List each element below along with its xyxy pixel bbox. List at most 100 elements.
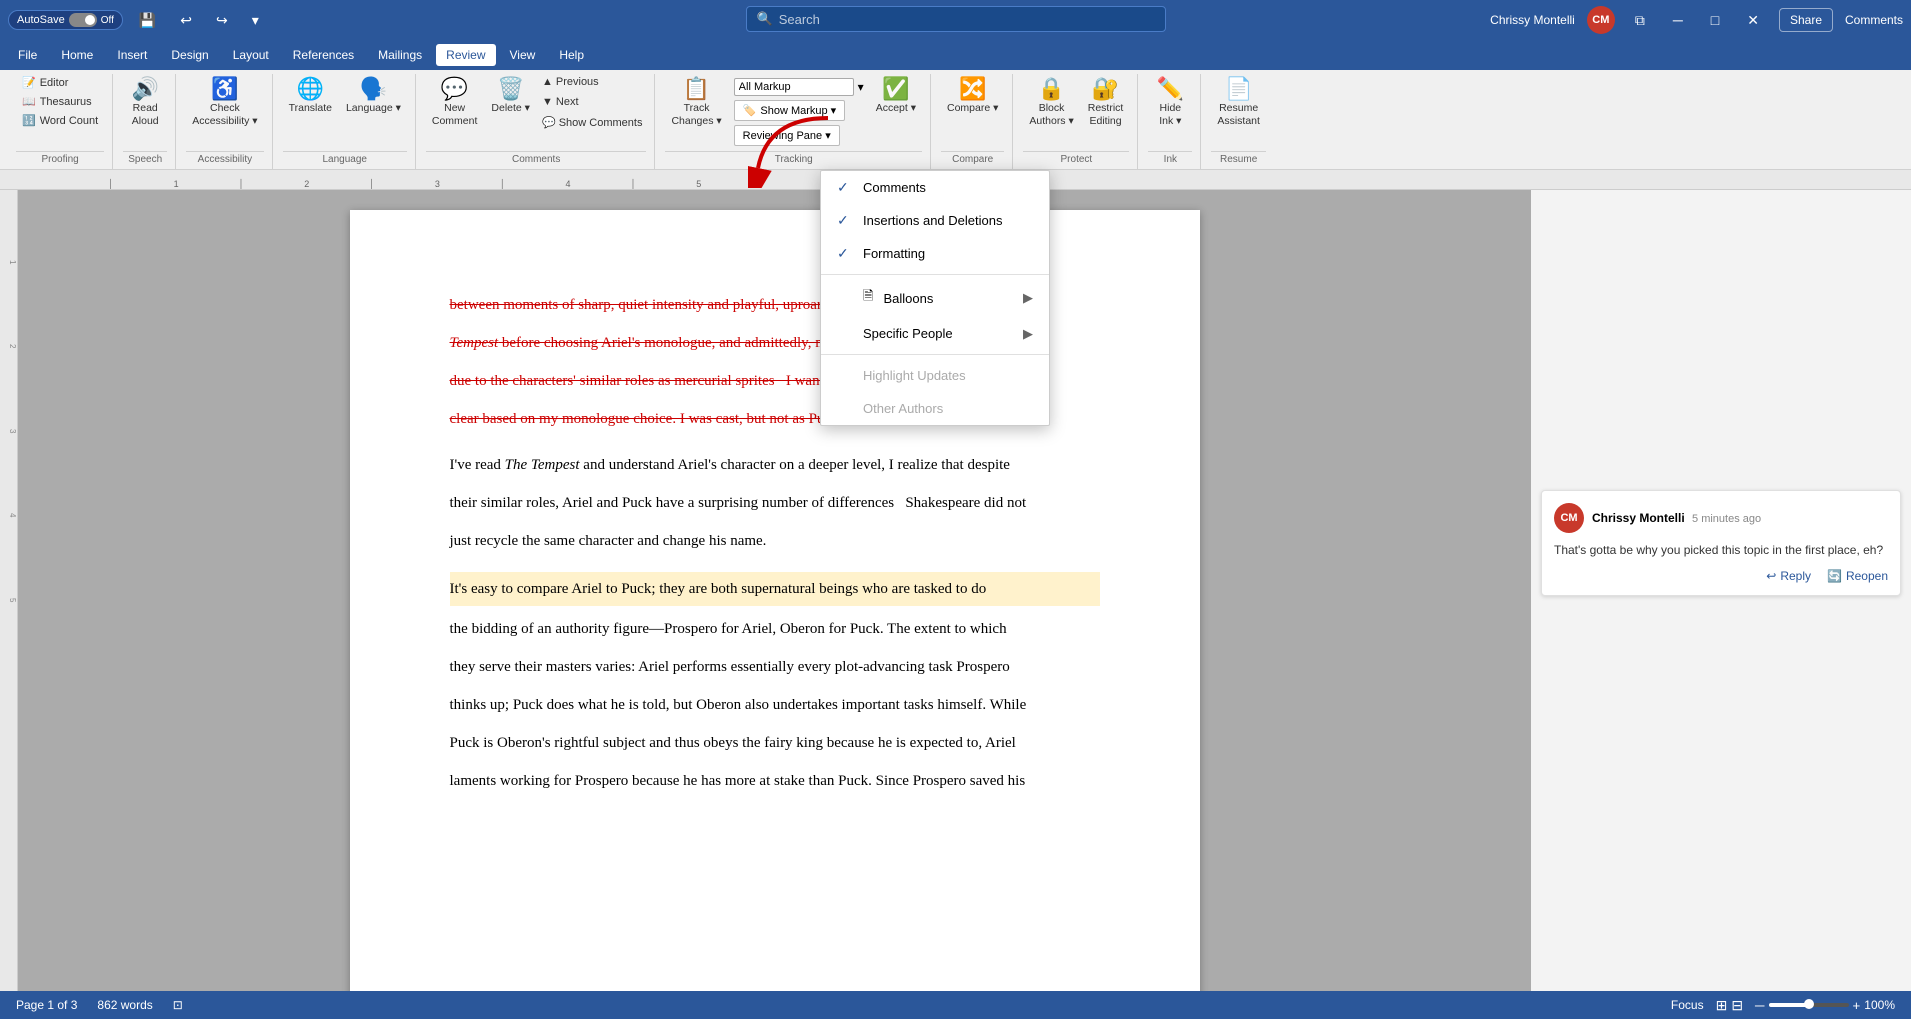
menu-file[interactable]: File	[8, 44, 47, 66]
paragraph-12: Puck is Oberon's rightful subject and th…	[450, 728, 1100, 758]
focus-button[interactable]: Focus	[1671, 998, 1704, 1012]
check-specific-people-icon: ✓	[837, 325, 853, 342]
markup-select-dropdown[interactable]: All Markup Simple Markup No Markup Origi…	[734, 78, 854, 96]
protect-group-label: Protect	[1023, 151, 1129, 165]
close-button[interactable]: ✕	[1739, 8, 1767, 33]
comment-actions: ↩ Reply 🔄 Reopen	[1554, 569, 1888, 583]
reply-button[interactable]: ↩ Reply	[1766, 569, 1811, 583]
search-bar[interactable]: 🔍	[746, 6, 1166, 32]
search-input[interactable]	[779, 12, 1155, 27]
autosave-label: AutoSave	[17, 14, 65, 26]
reopen-button[interactable]: 🔄 Reopen	[1827, 569, 1888, 583]
check-formatting-icon: ✓	[837, 245, 853, 262]
markup-dropdown-arrow: ▾	[858, 80, 864, 94]
dropdown-item-formatting[interactable]: ✓ Formatting	[821, 237, 1049, 270]
comments-button[interactable]: Comments	[1845, 13, 1903, 27]
menu-design[interactable]: Design	[161, 44, 218, 66]
track-changes-icon: 📋	[683, 78, 710, 100]
restrict-editing-icon: 🔐	[1092, 78, 1119, 100]
menu-layout[interactable]: Layout	[223, 44, 279, 66]
autosave-control[interactable]: AutoSave Off	[8, 10, 123, 30]
dropdown-item-insertions[interactable]: ✓ Insertions and Deletions	[821, 204, 1049, 237]
ink-buttons: ✏️ HideInk ▾	[1148, 74, 1192, 149]
editor-button[interactable]: 📝 Editor	[16, 74, 104, 91]
previous-comment-button[interactable]: ▲ Previous	[538, 74, 647, 90]
check-comments-icon: ✓	[837, 179, 853, 196]
maximize-button[interactable]: □	[1703, 8, 1727, 32]
delete-comment-button[interactable]: 🗑️ Delete ▾	[485, 74, 536, 119]
customize-button[interactable]: ▾	[244, 8, 267, 33]
show-markup-button[interactable]: 🏷️ Show Markup ▾	[734, 100, 846, 121]
document-title: Document48 - Word 🔍	[640, 13, 1272, 28]
paragraph-6: their similar roles, Ariel and Puck have…	[450, 488, 1100, 518]
zoom-thumb[interactable]	[1804, 999, 1814, 1009]
dropdown-item-balloons[interactable]: ✓ 🗎 Balloons ▶	[821, 279, 1049, 317]
zoom-out-button[interactable]: ─	[1755, 998, 1764, 1013]
minimize-button[interactable]: ─	[1665, 8, 1691, 32]
check-balloons-icon: ✓	[837, 290, 853, 307]
show-comments-button[interactable]: 💬 Show Comments	[538, 114, 647, 131]
speech-group-label: Speech	[123, 151, 167, 165]
comments-buttons: 💬 NewComment 🗑️ Delete ▾ ▲ Previous ▼ Ne…	[426, 74, 647, 149]
resume-group-label: Resume	[1211, 151, 1266, 165]
menu-review[interactable]: Review	[436, 44, 495, 66]
document-area[interactable]: between moments of sharp, quiet intensit…	[18, 190, 1531, 991]
status-bar: Page 1 of 3 862 words ⊡ Focus ⊞ ⊟ ─ + 10…	[0, 991, 1911, 1019]
web-layout-view-button[interactable]: ⊟	[1731, 997, 1743, 1014]
accept-icon: ✅	[882, 78, 909, 100]
accessibility-group-label: Accessibility	[186, 151, 263, 165]
document-page: between moments of sharp, quiet intensit…	[350, 210, 1200, 991]
dropdown-item-other-authors: ✓ Other Authors	[821, 392, 1049, 425]
menu-help[interactable]: Help	[549, 44, 594, 66]
compare-button[interactable]: 🔀 Compare ▾	[941, 74, 1004, 119]
menu-home[interactable]: Home	[51, 44, 103, 66]
restore-window-button[interactable]: ⧉	[1627, 8, 1653, 33]
new-comment-button[interactable]: 💬 NewComment	[426, 74, 484, 131]
dropdown-item-comments[interactable]: ✓ Comments	[821, 171, 1049, 204]
reopen-icon: 🔄	[1827, 569, 1842, 583]
menu-view[interactable]: View	[500, 44, 546, 66]
word-count-status: 862 words	[97, 998, 152, 1012]
restrict-editing-button[interactable]: 🔐 RestrictEditing	[1082, 74, 1130, 131]
resume-assistant-button[interactable]: 📄 ResumeAssistant	[1211, 74, 1266, 131]
accessibility-buttons: ♿ CheckAccessibility ▾	[186, 74, 263, 149]
editor-icon: 📝	[22, 76, 36, 89]
menu-references[interactable]: References	[283, 44, 364, 66]
redo-button[interactable]: ↪	[208, 8, 236, 33]
block-authors-icon: 🔒	[1038, 78, 1065, 100]
zoom-in-button[interactable]: +	[1853, 998, 1861, 1013]
thesaurus-button[interactable]: 📖 Thesaurus	[16, 93, 104, 110]
comment-panel: CM Chrissy Montelli 5 minutes ago That's…	[1531, 190, 1911, 991]
tracking-group-label: Tracking	[665, 151, 922, 165]
block-authors-button[interactable]: 🔒 BlockAuthors ▾	[1023, 74, 1079, 131]
ribbon-group-protect: 🔒 BlockAuthors ▾ 🔐 RestrictEditing Prote…	[1015, 74, 1138, 169]
save-button[interactable]: 💾	[131, 8, 164, 33]
undo-button[interactable]: ↩	[172, 8, 200, 33]
view-buttons: ⊞ ⊟	[1716, 997, 1743, 1014]
menu-mailings[interactable]: Mailings	[368, 44, 432, 66]
zoom-slider[interactable]	[1769, 1003, 1849, 1007]
zoom-level: 100%	[1864, 998, 1895, 1012]
dropdown-separator-1	[821, 274, 1049, 275]
menu-insert[interactable]: Insert	[107, 44, 157, 66]
autosave-status: Off	[101, 15, 114, 26]
print-layout-view-button[interactable]: ⊞	[1716, 997, 1728, 1014]
share-button[interactable]: Share	[1779, 8, 1833, 32]
language-button[interactable]: 🗣️ Language ▾	[340, 74, 407, 119]
menu-bar: File Home Insert Design Layout Reference…	[0, 40, 1911, 70]
accessibility-icon: ♿	[211, 78, 238, 100]
ribbon-group-speech: 🔊 ReadAloud Speech	[115, 74, 176, 169]
reviewing-pane-button[interactable]: Reviewing Pane ▾	[734, 125, 840, 146]
compare-buttons: 🔀 Compare ▾	[941, 74, 1004, 149]
proofing-buttons: 📝 Editor 📖 Thesaurus 🔢 Word Count	[16, 74, 104, 149]
word-count-button[interactable]: 🔢 Word Count	[16, 112, 104, 129]
hide-ink-button[interactable]: ✏️ HideInk ▾	[1148, 74, 1192, 131]
accept-button[interactable]: ✅ Accept ▾	[870, 74, 922, 119]
read-aloud-button[interactable]: 🔊 ReadAloud	[123, 74, 167, 131]
next-comment-button[interactable]: ▼ Next	[538, 94, 647, 110]
dropdown-item-specific-people[interactable]: ✓ Specific People ▶	[821, 317, 1049, 350]
track-changes-button[interactable]: 📋 TrackChanges ▾	[665, 74, 727, 131]
translate-button[interactable]: 🌐 Translate	[283, 74, 338, 119]
autosave-toggle[interactable]	[69, 13, 97, 27]
check-accessibility-button[interactable]: ♿ CheckAccessibility ▾	[186, 74, 263, 131]
